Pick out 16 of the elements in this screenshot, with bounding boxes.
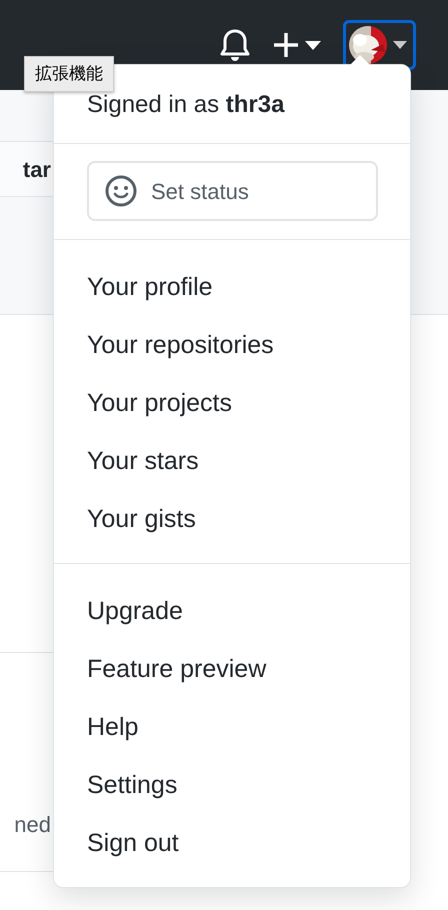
- menu-item[interactable]: Your gists: [54, 490, 410, 548]
- signed-in-text: Signed in as thr3a: [87, 91, 284, 118]
- menu-item[interactable]: Upgrade: [54, 582, 410, 640]
- menu-item[interactable]: Your stars: [54, 432, 410, 490]
- tooltip: 拡張機能: [24, 56, 114, 92]
- menu-item[interactable]: Your repositories: [54, 316, 410, 374]
- menu-item[interactable]: Your projects: [54, 374, 410, 432]
- caret-icon: [305, 40, 321, 50]
- menu-item[interactable]: Your profile: [54, 258, 410, 316]
- set-status-button[interactable]: Set status: [87, 161, 378, 221]
- create-new-button[interactable]: [273, 32, 321, 58]
- plus-icon: [273, 32, 299, 58]
- bell-icon: [219, 28, 251, 62]
- caret-icon: [393, 41, 407, 49]
- smiley-icon: [105, 175, 137, 207]
- notifications-button[interactable]: [219, 28, 251, 62]
